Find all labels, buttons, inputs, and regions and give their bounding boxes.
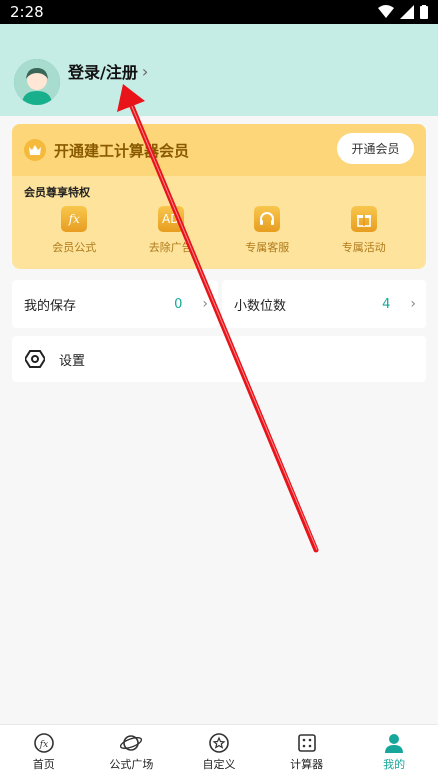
chevron-right-icon: ›	[141, 61, 149, 81]
my-saved-label: 我的保存	[24, 298, 77, 314]
vip-perks: fx 会员公式 AD 去除广告 专属客服 专属活动	[12, 206, 426, 255]
tab-label: 首页	[32, 758, 55, 771]
perk-label: 专属活动	[341, 241, 386, 254]
tab-custom[interactable]: 自定义	[175, 725, 263, 779]
tab-label: 我的	[383, 758, 406, 771]
tab-calculator[interactable]: 计算器	[263, 725, 351, 779]
decimal-places-label: 小数位数	[234, 298, 287, 314]
perk-label: 会员公式	[52, 241, 97, 254]
tab-label: 公式广场	[109, 758, 154, 771]
settings-hexagon-icon	[25, 350, 45, 368]
battery-icon	[420, 5, 428, 19]
vip-title: 开通建工计算器会员	[54, 141, 190, 160]
vip-banner: 开通建工计算器会员 开通会员	[12, 124, 426, 176]
vip-subtitle: 会员尊享特权	[24, 186, 90, 199]
chevron-right-icon: ›	[410, 296, 416, 312]
status-time: 2:28	[10, 3, 44, 21]
tab-home[interactable]: fx 首页	[0, 725, 88, 779]
perk-activities[interactable]: 专属活动	[324, 206, 404, 255]
profile-header: 登录/注册 ›	[0, 24, 438, 116]
gift-icon	[350, 206, 377, 232]
calculator-icon	[297, 734, 316, 752]
ad-icon: AD	[157, 206, 184, 232]
vip-card: 开通建工计算器会员 开通会员 会员尊享特权 fx 会员公式 AD 去除广告 专属…	[12, 124, 426, 269]
wifi-icon	[378, 5, 394, 18]
login-label: 登录/注册	[68, 63, 138, 82]
status-bar: 2:28	[0, 0, 438, 24]
settings-label: 设置	[59, 353, 86, 369]
login-register-link[interactable]: 登录/注册 ›	[68, 59, 148, 83]
fx-icon: fx	[61, 206, 88, 232]
perk-formula[interactable]: fx 会员公式	[34, 206, 114, 255]
my-saved-count: 0	[174, 296, 183, 312]
perk-remove-ads[interactable]: AD 去除广告	[131, 206, 211, 255]
person-icon	[385, 734, 404, 753]
perk-label: 专属客服	[245, 241, 290, 254]
annotation-arrow	[117, 84, 319, 553]
tab-mine[interactable]: 我的	[350, 725, 438, 779]
open-vip-button[interactable]: 开通会员	[337, 133, 414, 164]
my-saved-row[interactable]: 我的保存 0 ›	[12, 280, 218, 328]
perk-label: 去除广告	[148, 241, 193, 254]
perk-customer-service[interactable]: 专属客服	[227, 206, 307, 255]
tab-formula-square[interactable]: 公式广场	[88, 725, 176, 779]
decimal-places-value: 4	[382, 296, 391, 312]
headset-icon	[254, 206, 281, 232]
tab-label: 自定义	[202, 758, 236, 771]
settings-row[interactable]: 设置	[12, 336, 426, 382]
status-icons	[378, 5, 428, 19]
avatar-person-icon	[14, 59, 60, 105]
avatar[interactable]	[14, 59, 60, 105]
signal-icon	[400, 5, 414, 19]
fx-icon: fx	[33, 733, 54, 753]
star-circle-icon	[209, 733, 229, 753]
bottom-tab-bar: fx 首页 公式广场 自定义 计算器 我的	[0, 724, 438, 779]
tab-label: 计算器	[290, 758, 324, 771]
svg-text:fx: fx	[39, 740, 48, 750]
decimal-places-row[interactable]: 小数位数 4 ›	[222, 280, 426, 328]
planet-icon	[120, 735, 143, 751]
chevron-right-icon: ›	[202, 296, 208, 312]
crown-icon	[24, 139, 46, 161]
